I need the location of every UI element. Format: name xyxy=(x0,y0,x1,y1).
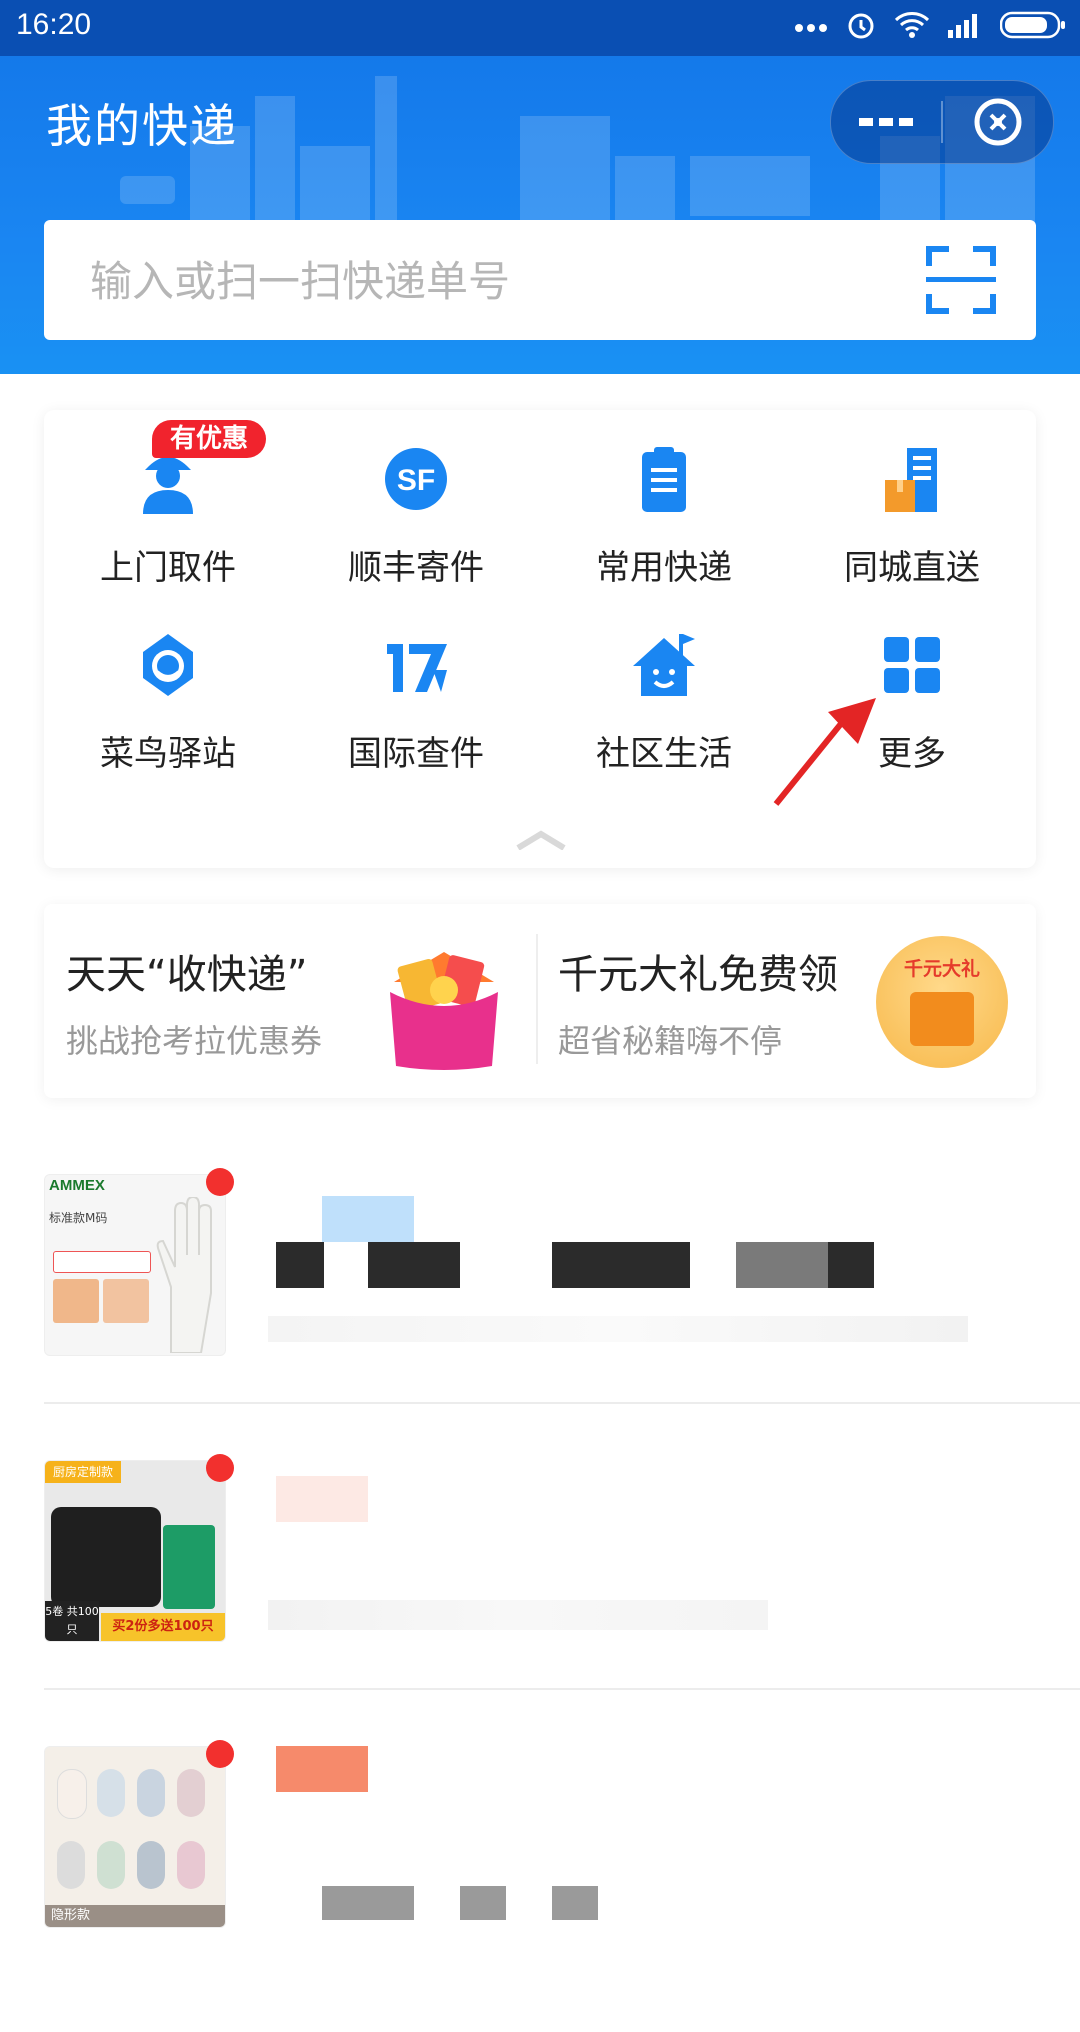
thumb-text: 买2份多送100只 xyxy=(101,1613,225,1641)
redacted-block xyxy=(552,1242,690,1288)
service-label: 国际查件 xyxy=(348,734,484,774)
parcel-thumbnail: 厨房定制款 5卷 共100只 买2份多送100只 xyxy=(44,1460,226,1642)
unread-dot xyxy=(206,1454,234,1482)
promo-title: 天天“收快递” xyxy=(66,952,308,998)
svg-text:SF: SF xyxy=(397,464,435,497)
cainiao-bird-icon xyxy=(143,634,193,696)
thumb-text: 标准款M码 xyxy=(49,1211,108,1225)
promo-subtitle: 超省秘籍嗨不停 xyxy=(558,1022,783,1060)
unread-dot xyxy=(206,1168,234,1196)
city-delivery-icon xyxy=(885,448,937,512)
grid-more-icon xyxy=(884,637,940,693)
thumb-brand: AMMEX xyxy=(49,1177,105,1194)
sf-express-icon: SF xyxy=(385,448,447,510)
service-label: 上门取件 xyxy=(100,548,236,588)
redacted-block xyxy=(276,1242,324,1288)
more-dots-icon xyxy=(794,18,828,37)
redacted-block xyxy=(736,1242,828,1288)
unread-dot xyxy=(206,1740,234,1768)
service-label: 同城直送 xyxy=(844,548,980,588)
services-grid: 上门取件 SF 顺丰寄件 常用快递 同城直送 菜鸟驿站 国际查件 社区生活 更多 xyxy=(44,410,1036,868)
redacted-block xyxy=(460,1886,506,1920)
service-label: 社区生活 xyxy=(596,734,732,774)
tracking-search-box xyxy=(44,220,1036,340)
scan-icon[interactable] xyxy=(926,246,996,318)
status-bar: 16:20 xyxy=(0,0,1080,56)
redacted-block xyxy=(276,1476,368,1522)
redacted-block xyxy=(368,1242,460,1288)
clipboard-icon xyxy=(642,447,686,512)
wifi-icon xyxy=(894,11,930,43)
gift-promo-image: 千元大礼 xyxy=(876,936,1008,1068)
discount-badge: 有优惠 xyxy=(152,420,267,458)
service-same-city[interactable]: 同城直送 xyxy=(788,410,1036,588)
service-common-couriers[interactable]: 常用快递 xyxy=(540,410,788,588)
close-circle-icon xyxy=(974,98,1022,146)
capsule-close-button[interactable] xyxy=(943,81,1053,163)
thumb-text: 厨房定制款 xyxy=(45,1461,121,1483)
community-house-icon xyxy=(633,634,695,696)
parcel-item[interactable]: 隐形款 xyxy=(0,1740,1080,2032)
miniapp-capsule xyxy=(830,80,1054,164)
capsule-more-button[interactable] xyxy=(831,81,941,163)
page-title: 我的快递 xyxy=(46,99,238,153)
glove-image xyxy=(156,1197,212,1353)
promo-banner: 天天“收快递” 挑战抢考拉优惠券 千元大礼免费领 超省秘籍嗨不停 千元大礼 xyxy=(44,904,1036,1098)
tracking-number-input[interactable] xyxy=(88,250,892,312)
service-label: 常用快递 xyxy=(596,548,732,588)
header: 我的快递 xyxy=(0,56,1080,374)
redacted-block xyxy=(828,1242,874,1288)
thumb-text: 隐形款 xyxy=(45,1905,225,1927)
service-label: 菜鸟驿站 xyxy=(100,734,236,774)
redacted-block xyxy=(268,1600,768,1630)
promo-title: 千元大礼免费领 xyxy=(558,952,838,998)
service-cainiao[interactable]: 菜鸟驿站 xyxy=(44,596,292,774)
service-sf[interactable]: SF 顺丰寄件 xyxy=(292,410,540,588)
parcel-item[interactable]: AMMEX 标准款M码 xyxy=(0,1168,1080,1460)
promo-item-gift[interactable]: 千元大礼免费领 超省秘籍嗨不停 千元大礼 xyxy=(538,904,1036,1098)
redacted-block xyxy=(268,1316,968,1342)
battery-icon xyxy=(999,11,1066,43)
red-envelope-gift-icon xyxy=(390,952,498,1070)
service-label: 顺丰寄件 xyxy=(348,548,484,588)
thumb-text: 5卷 共100只 xyxy=(45,1601,99,1641)
parcel-item[interactable]: 厨房定制款 5卷 共100只 买2份多送100只 xyxy=(0,1454,1080,1746)
service-community[interactable]: 社区生活 xyxy=(540,596,788,774)
collapse-chevron-icon[interactable] xyxy=(516,830,566,850)
parcel-thumbnail: 隐形款 xyxy=(44,1746,226,1928)
annotation-arrow xyxy=(773,698,876,806)
gift-image-label: 千元大礼 xyxy=(903,958,980,980)
redacted-block xyxy=(552,1886,598,1920)
international-17-icon xyxy=(387,644,447,692)
alarm-icon xyxy=(846,10,876,44)
ellipsis-icon xyxy=(859,118,913,126)
promo-item-daily[interactable]: 天天“收快递” 挑战抢考拉优惠券 xyxy=(44,904,536,1098)
status-time: 16:20 xyxy=(16,8,92,41)
signal-icon xyxy=(948,12,982,42)
parcel-thumbnail: AMMEX 标准款M码 xyxy=(44,1174,226,1356)
promo-subtitle: 挑战抢考拉优惠券 xyxy=(66,1022,323,1060)
redacted-block xyxy=(276,1746,368,1792)
redacted-block xyxy=(322,1196,414,1242)
redacted-block xyxy=(322,1886,414,1920)
service-international[interactable]: 国际查件 xyxy=(292,596,540,774)
